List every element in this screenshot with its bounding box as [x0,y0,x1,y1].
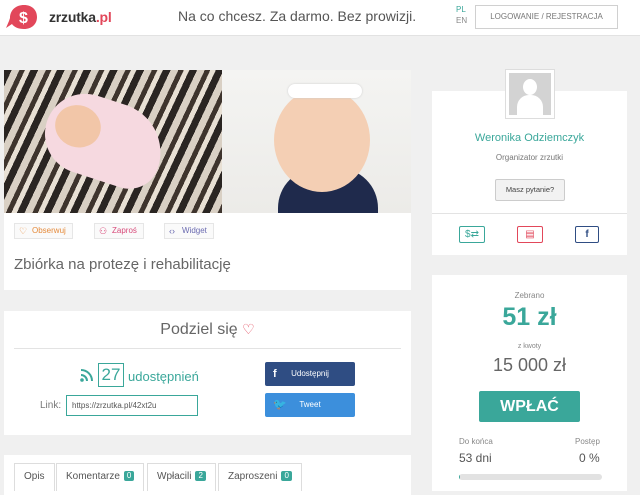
progress-bar [459,474,602,480]
tagline: Na co chcesz. Za darmo. Bez prowizji. [178,8,416,24]
heart-icon: ♡ [242,321,255,337]
tab-invited[interactable]: Zaproszeni0 [218,463,302,491]
money-transfer-icon[interactable]: $⇄ [459,226,485,243]
tab-donors[interactable]: Wpłacili2 [147,463,216,491]
tab-comments[interactable]: Komentarze0 [56,463,144,491]
count-badge: 2 [195,471,205,481]
campaign-card: ♡ Obserwuj ⚇ Zaproś ‹› Widget Zbiórka na pr… [4,70,411,290]
user-plus-icon: ⚇ [99,226,107,236]
logo-text[interactable]: zrzutka.pl [49,9,112,25]
id-card-icon[interactable]: ▤ [517,226,543,243]
organizer-name[interactable]: Weronika Odziemczyk [432,132,627,144]
facebook-share-label: Udostępnij [291,369,329,378]
raised-label: Zebrano [432,291,627,300]
divider [432,213,627,214]
organizer-card: Weronika Odziemczyk Organizator zrzutki … [432,91,627,255]
goal-label: z kwoty [432,343,627,350]
rss-icon [80,369,93,385]
code-icon: ‹› [169,226,175,236]
login-button[interactable]: LOGOWANIE / REJESTRACJA [475,5,618,29]
default-avatar-icon [509,73,551,115]
follow-button[interactable]: ♡ Obserwuj [14,223,73,239]
avatar[interactable] [505,69,555,119]
share-card: Podziel się ♡ 27 udostępnień Link: f Udos… [4,311,411,435]
campaign-photo-right[interactable] [222,70,411,213]
facebook-icon[interactable]: f [575,226,599,243]
facebook-icon: f [273,362,277,386]
ask-question-button[interactable]: Masz pytanie? [495,179,565,201]
divider [14,348,401,349]
share-count: 27 [98,363,124,387]
progress-value: 0 % [579,451,600,465]
link-label: Link: [40,400,61,411]
tabs-bar: Opis Komentarze0 Wpłacili2 Zaproszeni0 [4,455,411,495]
progress-label: Postęp [575,437,600,446]
facebook-share-button[interactable]: f Udostępnij [265,362,355,386]
organizer-role: Organizator zrzutki [432,153,627,162]
count-badge: 0 [124,471,134,481]
invite-button[interactable]: ⚇ Zaproś [94,223,144,239]
goal-amount: 15 000 zł [432,355,627,376]
widget-button[interactable]: ‹› Widget [164,223,214,239]
tab-description[interactable]: Opis [14,463,55,491]
twitter-icon: 🐦 [273,393,287,417]
deadline-value: 53 dni [459,451,492,465]
raised-amount: 51 zł [432,303,627,332]
baby-illustration [35,83,174,196]
campaign-title: Zbiórka na protezę i rehabilitację [14,256,231,273]
campaign-photo-left[interactable] [4,70,222,213]
language-switch: PL EN [456,4,467,26]
svg-text:$: $ [19,10,28,27]
share-count-label: udostępnień [128,369,199,384]
donate-button[interactable]: WPŁAĆ [479,391,580,422]
follow-label: Obserwuj [32,226,66,235]
tweet-label: Tweet [299,400,320,409]
tweet-button[interactable]: 🐦 Tweet [265,393,355,417]
widget-label: Widget [182,226,207,235]
top-header: $ zrzutka.pl Na co chcesz. Za darmo. Bez… [0,0,640,36]
deadline-label: Do końca [459,437,493,446]
language-en[interactable]: EN [456,15,467,26]
funding-card: Zebrano 51 zł z kwoty 15 000 zł WPŁAĆ Do… [432,275,627,491]
logo-icon[interactable]: $ [4,2,48,32]
share-title: Podziel się ♡ [4,321,411,339]
baby-headband [288,84,362,98]
heart-icon: ♡ [19,226,27,236]
share-link-input[interactable] [66,395,198,416]
count-badge: 0 [281,471,291,481]
baby-face [274,88,370,192]
invite-label: Zaproś [112,226,137,235]
language-pl[interactable]: PL [456,4,467,15]
